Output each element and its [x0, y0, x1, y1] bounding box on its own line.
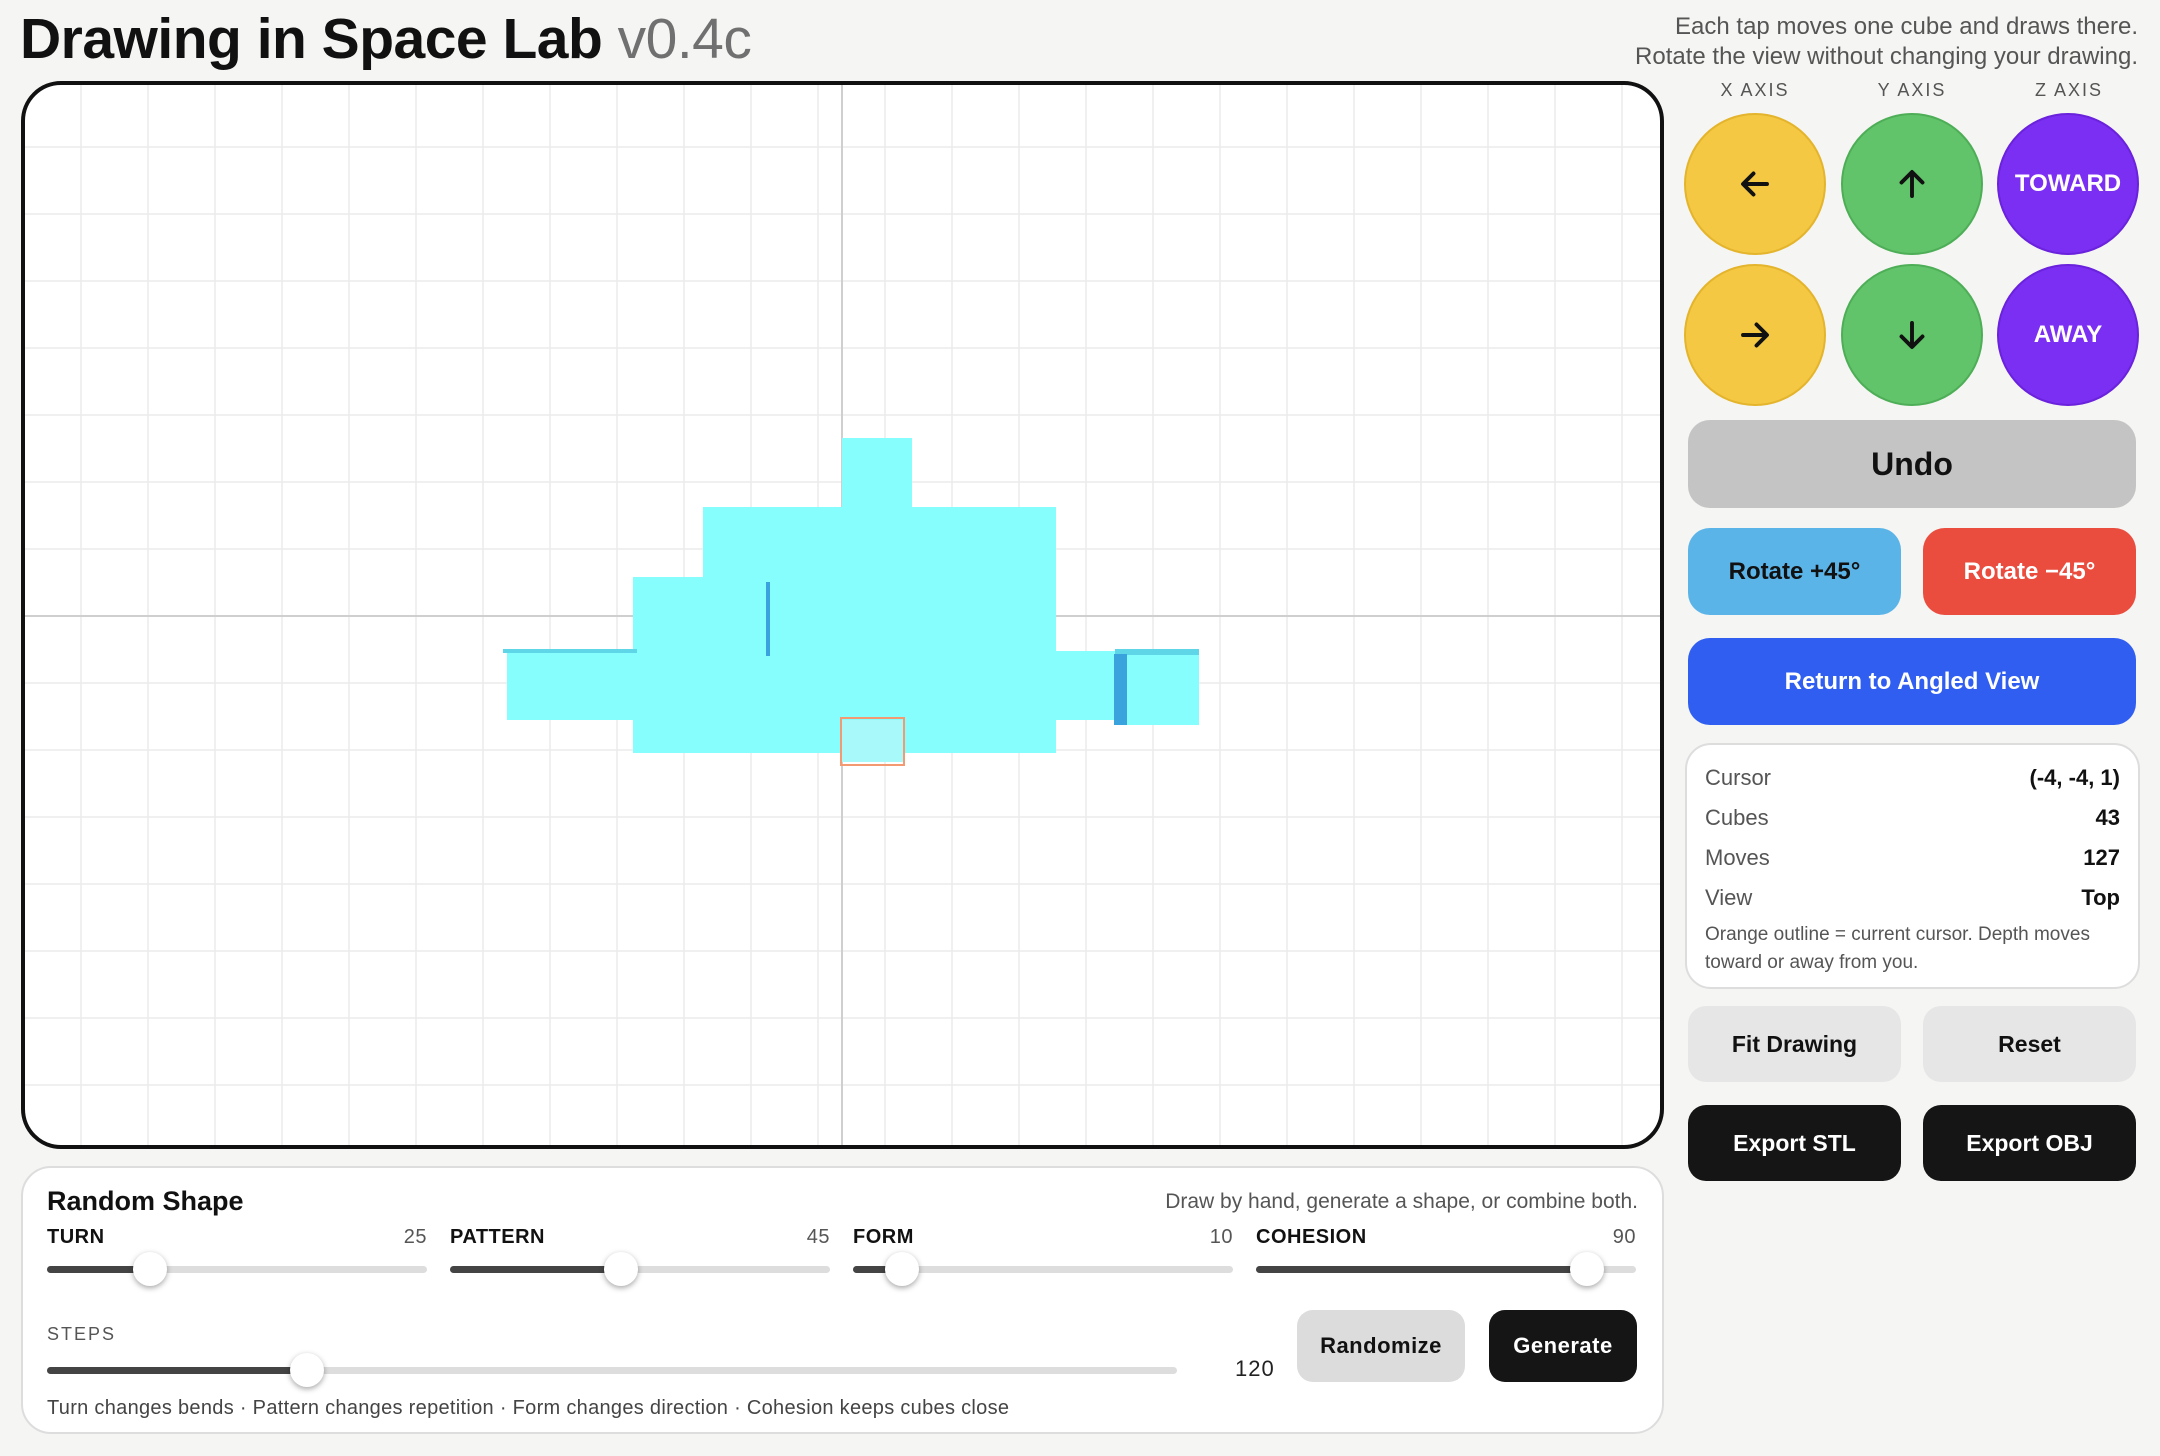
status-card: Cursor (-4, -4, 1) Cubes 43 Moves 127 Vi… [1685, 743, 2140, 989]
form-slider[interactable] [853, 1252, 1233, 1286]
cohesion-slider-fill [1256, 1266, 1587, 1273]
arrow-right-icon [1741, 322, 1769, 348]
move-z-away-button[interactable]: AWAY [1997, 264, 2139, 406]
moves-value: 127 [2083, 845, 2120, 870]
move-z-toward-button[interactable]: TOWARD [1997, 113, 2139, 255]
arrow-up-icon [1899, 170, 1925, 198]
random-shape-description: Draw by hand, generate a shape, or combi… [1165, 1190, 1638, 1213]
arrow-left-icon [1741, 171, 1769, 197]
cohesion-slider-thumb[interactable] [1569, 1252, 1604, 1286]
cohesion-label: COHESION [1256, 1225, 1367, 1248]
steps-slider-fill [47, 1367, 307, 1374]
instructions-line-1: Each tap moves one cube and draws there. [1675, 13, 2138, 40]
randomize-button[interactable]: Randomize [1297, 1310, 1465, 1382]
rotate-plus-button[interactable]: Rotate +45° [1688, 528, 1901, 615]
pattern-value: 45 [806, 1225, 830, 1248]
turn-value: 25 [403, 1225, 427, 1248]
steps-slider[interactable] [47, 1353, 1177, 1387]
form-slider-thumb[interactable] [885, 1252, 920, 1286]
turn-slider-group: TURN 25 [47, 1222, 427, 1286]
canvas-scene [25, 85, 1660, 1145]
cube-drawing [503, 438, 1199, 762]
status-cursor-row: Cursor (-4, -4, 1) [1705, 765, 2120, 791]
instructions: Each tap moves one cube and draws there.… [1635, 12, 2138, 72]
form-slider-group: FORM 10 [853, 1222, 1233, 1286]
random-shape-footer: Turn changes bends · Pattern changes rep… [47, 1397, 1010, 1419]
random-shape-panel: Random Shape Draw by hand, generate a sh… [21, 1166, 1664, 1434]
return-angled-view-button[interactable]: Return to Angled View [1688, 638, 2136, 725]
turn-slider-thumb[interactable] [132, 1252, 167, 1286]
cohesion-slider-group: COHESION 90 [1256, 1222, 1636, 1286]
move-x-positive-button[interactable] [1684, 264, 1826, 406]
cursor-value: (-4, -4, 1) [2029, 765, 2120, 790]
view-value: Top [2081, 885, 2120, 910]
pattern-slider-fill [450, 1266, 621, 1273]
pattern-label: PATTERN [450, 1225, 545, 1248]
move-x-negative-button[interactable] [1684, 113, 1826, 255]
cohesion-value: 90 [1612, 1225, 1636, 1248]
undo-button[interactable]: Undo [1688, 420, 2136, 508]
turn-label: TURN [47, 1225, 105, 1248]
form-value: 10 [1209, 1225, 1233, 1248]
move-y-positive-button[interactable] [1841, 113, 1983, 255]
app-title-name: Drawing in Space Lab [20, 7, 603, 71]
status-moves-row: Moves 127 [1705, 845, 2120, 871]
rotate-minus-button[interactable]: Rotate −45° [1923, 528, 2136, 615]
y-axis-label: Y AXIS [1877, 80, 1947, 100]
pattern-slider[interactable] [450, 1252, 830, 1286]
x-axis-label: X AXIS [1720, 80, 1790, 100]
arrow-down-icon [1899, 321, 1925, 349]
view-label: View [1705, 885, 1753, 910]
app-version: v0.4c [617, 7, 752, 71]
instructions-line-2: Rotate the view without changing your dr… [1635, 43, 2138, 70]
app-title: Drawing in Space Lab v0.4c [20, 7, 752, 71]
status-cubes-row: Cubes 43 [1705, 805, 2120, 831]
form-label: FORM [853, 1225, 914, 1248]
pattern-slider-thumb[interactable] [604, 1252, 638, 1286]
z-axis-label: Z AXIS [2034, 80, 2104, 100]
status-view-row: View Top [1705, 885, 2120, 911]
reset-button[interactable]: Reset [1923, 1006, 2136, 1082]
export-obj-button[interactable]: Export OBJ [1923, 1105, 2136, 1181]
move-y-negative-button[interactable] [1841, 264, 1983, 406]
status-note: Orange outline = current cursor. Depth m… [1705, 924, 2090, 973]
cubes-value: 43 [2095, 805, 2120, 830]
turn-slider[interactable] [47, 1252, 427, 1286]
moves-label: Moves [1705, 845, 1770, 870]
random-shape-title: Random Shape [47, 1186, 244, 1216]
generate-button[interactable]: Generate [1489, 1310, 1637, 1382]
steps-value: 120 [1235, 1356, 1275, 1381]
cubes-label: Cubes [1705, 805, 1769, 830]
export-stl-button[interactable]: Export STL [1688, 1105, 1901, 1181]
steps-label: STEPS [47, 1324, 117, 1344]
fit-drawing-button[interactable]: Fit Drawing [1688, 1006, 1901, 1082]
cursor-label: Cursor [1705, 765, 1772, 790]
drawing-canvas[interactable] [21, 81, 1664, 1149]
cohesion-slider[interactable] [1256, 1252, 1636, 1286]
steps-slider-thumb[interactable] [289, 1353, 324, 1387]
pattern-slider-group: PATTERN 45 [450, 1222, 830, 1286]
